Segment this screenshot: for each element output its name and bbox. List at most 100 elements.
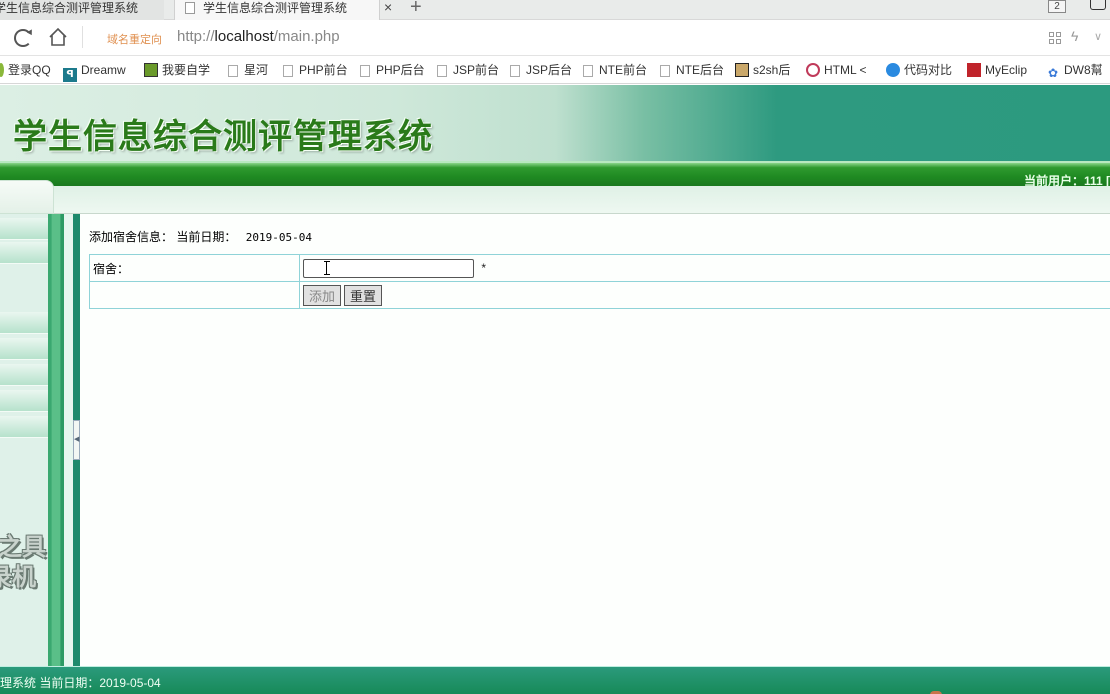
- app-title: 学生信息综合测评管理系统: [13, 117, 433, 157]
- sidebar-menu-item[interactable]: [0, 338, 48, 360]
- footer-bar: 理系统 当前日期：2019-05-04: [0, 666, 1110, 694]
- bookmark-item[interactable]: 星河: [228, 62, 268, 78]
- dorm-field-cell: *: [299, 254, 1110, 282]
- page-heading: 添加宿舍信息： 当前日期： 2019-05-04: [89, 228, 312, 245]
- qq-icon: [0, 63, 4, 77]
- home-icon[interactable]: [48, 27, 68, 47]
- watermark-line: 录机: [0, 563, 36, 591]
- empty-cell: [89, 281, 300, 309]
- sidebar-menu-item[interactable]: [0, 312, 48, 334]
- bookmark-item[interactable]: HTML <: [806, 62, 867, 78]
- vim-icon: [144, 63, 158, 77]
- dreamweaver-icon: ꟼ: [63, 68, 77, 82]
- page-icon: [185, 2, 195, 14]
- footer-text: 理系统 当前日期：2019-05-04: [0, 676, 161, 690]
- browser-tab[interactable]: 学生信息综合测评管理系统: [0, 0, 164, 20]
- bookmark-item[interactable]: NTE后台: [660, 62, 724, 78]
- app-banner: 学生信息综合测评管理系统: [0, 85, 1110, 161]
- bookmark-item[interactable]: s2sh后: [735, 62, 790, 78]
- main-content: 添加宿舍信息： 当前日期： 2019-05-04 宿舍： * 添加 重置: [80, 214, 1110, 666]
- sidebar-menu-item[interactable]: [0, 364, 48, 386]
- sidebar-menu-item[interactable]: [0, 218, 48, 240]
- bookmark-item[interactable]: 我要自学: [144, 62, 210, 78]
- date-label: 当前日期：: [176, 230, 237, 244]
- new-tab-button[interactable]: +: [410, 0, 422, 17]
- url-scheme: http://: [177, 28, 215, 45]
- sidebar-menu-item[interactable]: [0, 390, 48, 412]
- bookmark-label: JSP前台: [453, 63, 500, 77]
- close-tab-icon[interactable]: ×: [384, 0, 392, 14]
- collapse-sidebar-handle[interactable]: ◀: [73, 420, 80, 460]
- date-value: 2019-05-04: [245, 231, 312, 244]
- tab-title: 学生信息综合测评管理系统: [203, 1, 348, 15]
- compare-icon: [886, 63, 900, 77]
- url-path: /main.php: [273, 28, 340, 45]
- page-icon: [228, 65, 238, 77]
- sub-header-bar: [0, 180, 1110, 214]
- dorm-label: 宿舍：: [89, 254, 300, 282]
- bookmark-label: Dreamw: [81, 63, 126, 77]
- sidebar-menu-item[interactable]: [0, 242, 48, 264]
- sidebar-menu-item[interactable]: [0, 416, 48, 438]
- browser-tab-strip: 学生信息综合测评管理系统 学生信息综合测评管理系统 × + 2: [0, 0, 1110, 20]
- form-row: 宿舍： *: [89, 254, 1110, 282]
- bookmark-label: JSP后台: [526, 63, 573, 77]
- page-icon: [583, 65, 593, 77]
- url-input[interactable]: http://localhost/main.php: [177, 28, 340, 45]
- bookmark-label: PHP前台: [299, 63, 348, 77]
- reset-button[interactable]: 重置: [344, 284, 383, 306]
- bookmark-label: MyEclip: [985, 63, 1028, 77]
- qr-code-icon[interactable]: [1049, 32, 1061, 44]
- bookmark-item[interactable]: 代码对比: [886, 62, 952, 78]
- page-icon: [660, 65, 670, 77]
- form-row: 添加 重置: [89, 281, 1110, 309]
- menu-header-tab: [0, 180, 54, 214]
- reload-icon[interactable]: [14, 29, 32, 47]
- bookmark-item[interactable]: ꟼ Dreamw: [63, 62, 126, 82]
- browser-tab-active[interactable]: 学生信息综合测评管理系统: [174, 0, 380, 20]
- buttons-cell: 添加 重置: [299, 281, 1110, 309]
- screen: 学生信息综合测评管理系统 学生信息综合测评管理系统 × + 2 域名重定向 ht…: [0, 0, 1110, 694]
- add-button[interactable]: 添加: [303, 284, 342, 306]
- bookmark-item[interactable]: ✿ DW8幫: [1046, 62, 1103, 80]
- watermark-line: 之具: [0, 533, 46, 561]
- text-cursor-icon: [324, 261, 330, 275]
- bookmark-label: s2sh后: [753, 63, 791, 77]
- frame-divider: [64, 214, 73, 666]
- lightning-icon[interactable]: ϟ: [1071, 28, 1078, 44]
- image-icon: [735, 63, 749, 77]
- tab-title: 学生信息综合测评管理系统: [0, 1, 139, 15]
- add-dorm-form: 宿舍： * 添加 重置: [89, 254, 1110, 309]
- bookmark-item[interactable]: PHP前台: [283, 62, 348, 78]
- tab-count-badge[interactable]: 2: [1048, 0, 1066, 13]
- bookmark-label: 我要自学: [162, 63, 211, 77]
- toolbar-divider: [82, 26, 83, 48]
- bookmark-item[interactable]: MyEclip: [967, 62, 1027, 78]
- bookmark-item[interactable]: JSP后台: [510, 62, 572, 78]
- bookmark-item[interactable]: PHP后台: [360, 62, 425, 78]
- top-nav-bar: 当前用户：111 [: [0, 161, 1110, 188]
- bookmark-label: 星河: [244, 63, 269, 77]
- sidebar: 之具 录机: [0, 214, 48, 666]
- chevron-down-icon[interactable]: ∨: [1094, 30, 1102, 43]
- bookmark-item[interactable]: JSP前台: [437, 62, 499, 78]
- bookmark-label: NTE后台: [676, 63, 725, 77]
- watermark: 之具 录机: [0, 532, 46, 592]
- frame-divider: [48, 214, 64, 666]
- bookmark-label: HTML <: [824, 63, 867, 77]
- skin-icon[interactable]: [1090, 0, 1106, 10]
- bookmark-label: 代码对比: [904, 63, 953, 77]
- html-icon: [806, 63, 820, 77]
- url-host: localhost: [214, 28, 274, 45]
- required-mark: *: [481, 261, 487, 275]
- bookmark-label: NTE前台: [599, 63, 648, 77]
- bookmark-item[interactable]: NTE前台: [583, 62, 647, 78]
- bookmarks-bar: 登录QQ ꟼ Dreamw 我要自学 星河 PHP前台 PHP后台 JSP前台 J…: [0, 57, 1110, 84]
- bookmark-item[interactable]: 登录QQ: [0, 62, 51, 78]
- redirect-label: 域名重定向: [107, 34, 162, 46]
- page-icon: [437, 65, 447, 77]
- bookmark-label: DW8幫: [1064, 63, 1103, 77]
- page-icon: [283, 65, 293, 77]
- paw-icon: ✿: [1047, 66, 1059, 80]
- page-icon: [360, 65, 370, 77]
